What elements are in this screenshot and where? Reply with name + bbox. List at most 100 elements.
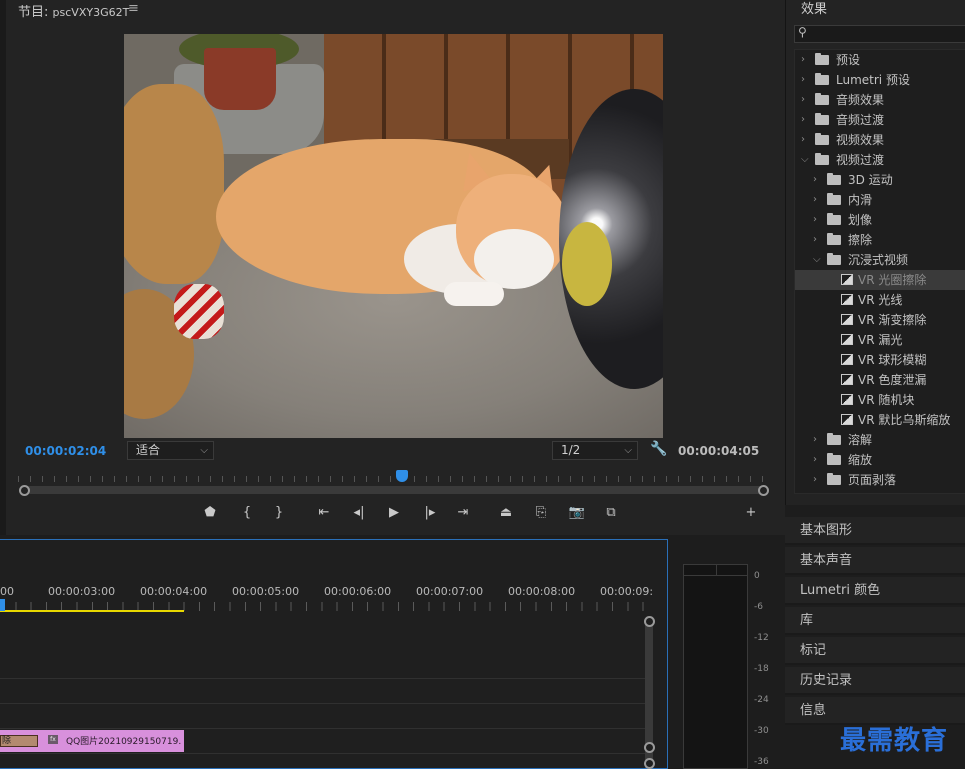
image-cat-paws bbox=[444, 282, 504, 306]
effects-tree-item[interactable]: VR 渐变擦除 bbox=[795, 310, 965, 330]
chevron-right-icon[interactable]: › bbox=[813, 230, 817, 250]
chevron-right-icon[interactable]: › bbox=[801, 70, 805, 90]
effects-tree-item[interactable]: › 页面剥落 bbox=[795, 470, 965, 490]
chevron-right-icon[interactable]: › bbox=[813, 210, 817, 230]
scroll-handle-bottom[interactable] bbox=[644, 742, 655, 753]
scroll-handle-left[interactable] bbox=[19, 485, 30, 496]
chevron-right-icon[interactable]: › bbox=[813, 190, 817, 210]
lift-icon[interactable]: ⏏ bbox=[496, 505, 516, 520]
effects-panel-title[interactable]: 效果 bbox=[801, 0, 827, 17]
track-divider bbox=[0, 753, 645, 754]
effects-tree-item[interactable]: › 视频效果 bbox=[795, 130, 965, 150]
hamburger-icon[interactable]: ≡ bbox=[128, 1, 139, 16]
effects-tree-item[interactable]: › 内滑 bbox=[795, 190, 965, 210]
mark-in-icon[interactable]: { bbox=[237, 505, 257, 520]
effects-tree-item-label: 划像 bbox=[848, 213, 873, 227]
side-panel-tab[interactable]: 基本图形 bbox=[785, 517, 965, 545]
effects-tree-item-label: 3D 运动 bbox=[848, 173, 893, 187]
db-label: -12 bbox=[754, 633, 769, 643]
effects-tree-item-label: VR 光圈擦除 bbox=[858, 273, 927, 287]
effects-tree-item[interactable]: › 预设 bbox=[795, 50, 965, 70]
transition-preset-icon bbox=[841, 274, 853, 285]
effects-tree-item-label: 预设 bbox=[836, 53, 861, 67]
chevron-right-icon[interactable]: › bbox=[801, 90, 805, 110]
step-forward-icon[interactable]: |▸ bbox=[420, 505, 440, 520]
video-clip[interactable]: 除 fx QQ图片20210929150719. bbox=[0, 730, 184, 752]
effects-tree-item-label: VR 漏光 bbox=[858, 333, 903, 347]
work-area-bar[interactable] bbox=[0, 610, 184, 612]
effects-tree-item-label: VR 默比乌斯缩放 bbox=[858, 413, 951, 427]
chevron-right-icon[interactable]: › bbox=[801, 50, 805, 70]
effects-tree-item[interactable]: › 3D 运动 bbox=[795, 170, 965, 190]
add-marker-icon[interactable]: ⬟ bbox=[200, 505, 220, 520]
effects-tree-item[interactable]: VR 光线 bbox=[795, 290, 965, 310]
transition-preset-icon bbox=[841, 354, 853, 365]
wrench-settings-icon[interactable]: 🔧 bbox=[650, 441, 667, 457]
image-yellow-ball bbox=[562, 222, 612, 306]
step-back-icon[interactable]: ◂| bbox=[349, 505, 369, 520]
program-title[interactable]: 节目: pscVXY3G62T bbox=[18, 1, 129, 20]
db-label: -36 bbox=[754, 757, 769, 767]
effects-tree-item[interactable]: › 擦除 bbox=[795, 230, 965, 250]
timeline-playhead[interactable] bbox=[0, 599, 5, 611]
effects-tree-item[interactable]: › 划像 bbox=[795, 210, 965, 230]
chevron-right-icon[interactable]: › bbox=[813, 170, 817, 190]
program-zoom-scrollbar[interactable] bbox=[24, 486, 764, 494]
side-panel-tab[interactable]: 标记 bbox=[785, 637, 965, 665]
folder-icon bbox=[815, 133, 829, 145]
go-to-in-icon[interactable]: ⇤ bbox=[314, 505, 334, 520]
watermark-logo: 最需教育 bbox=[840, 726, 949, 756]
side-panel-tab[interactable]: 库 bbox=[785, 607, 965, 635]
chevron-right-icon[interactable]: › bbox=[813, 470, 817, 490]
chevron-right-icon[interactable]: › bbox=[801, 110, 805, 130]
scroll-handle-top[interactable] bbox=[644, 616, 655, 627]
button-editor-plus-icon[interactable]: + bbox=[741, 505, 761, 520]
effects-tree-item-label: 视频过渡 bbox=[836, 153, 885, 167]
playback-resolution-select[interactable]: 1/2 ⌵ bbox=[552, 441, 638, 460]
effects-tree-item[interactable]: › Lumetri 预设 bbox=[795, 70, 965, 90]
db-label: -6 bbox=[754, 602, 763, 612]
video-frame-cat-image[interactable] bbox=[124, 34, 663, 438]
program-time-ruler[interactable] bbox=[18, 468, 768, 482]
effects-tree-item[interactable]: › 缩放 bbox=[795, 450, 965, 470]
effects-tree-item[interactable]: ⌵ 沉浸式视频 bbox=[795, 250, 965, 270]
side-panel-tab[interactable]: Lumetri 颜色 bbox=[785, 577, 965, 605]
transition-preset-icon bbox=[841, 414, 853, 425]
effects-tree-item-label: 音频过渡 bbox=[836, 113, 885, 127]
go-to-out-icon[interactable]: ⇥ bbox=[453, 505, 473, 520]
play-icon[interactable]: ▶ bbox=[384, 505, 404, 520]
scroll-handle-bottom-2[interactable] bbox=[644, 758, 655, 769]
chevron-right-icon[interactable]: › bbox=[801, 130, 805, 150]
mark-out-icon[interactable]: } bbox=[269, 505, 289, 520]
transition-thumb[interactable]: 除 bbox=[0, 735, 38, 747]
side-panel-tab[interactable]: 历史记录 bbox=[785, 667, 965, 695]
zoom-fit-select[interactable]: 适合 ⌵ bbox=[127, 441, 214, 460]
chevron-right-icon[interactable]: › bbox=[813, 450, 817, 470]
effects-tree-item[interactable]: ⌵ 视频过渡 bbox=[795, 150, 965, 170]
track-divider bbox=[0, 678, 645, 679]
effects-search-input[interactable]: ⚲ bbox=[794, 25, 965, 43]
chevron-right-icon[interactable]: › bbox=[813, 430, 817, 450]
effects-tree-item[interactable]: VR 球形模糊 bbox=[795, 350, 965, 370]
export-frame-camera-icon[interactable]: 📷 bbox=[567, 505, 587, 520]
effects-tree-item[interactable]: › 音频过渡 bbox=[795, 110, 965, 130]
effects-tree-item[interactable]: VR 随机块 bbox=[795, 390, 965, 410]
effects-tree-item[interactable]: VR 光圈擦除 bbox=[795, 270, 965, 290]
effects-tree-item[interactable]: › 溶解 bbox=[795, 430, 965, 450]
program-playhead[interactable] bbox=[396, 470, 408, 482]
chevron-down-icon[interactable]: ⌵ bbox=[801, 150, 809, 170]
extract-icon[interactable]: ⎘ bbox=[531, 505, 551, 520]
effects-tree-item-label: 内滑 bbox=[848, 193, 873, 207]
scroll-handle-right[interactable] bbox=[758, 485, 769, 496]
effects-tree-item[interactable]: VR 默比乌斯缩放 bbox=[795, 410, 965, 430]
side-panel-tab[interactable]: 基本声音 bbox=[785, 547, 965, 575]
compare-view-icon[interactable]: ⧉ bbox=[601, 505, 621, 520]
effects-tree-item[interactable]: VR 色度泄漏 bbox=[795, 370, 965, 390]
image-teddy-bear bbox=[124, 84, 224, 284]
chevron-down-icon[interactable]: ⌵ bbox=[813, 250, 821, 270]
current-timecode[interactable]: 00:00:02:04 bbox=[25, 444, 106, 458]
effects-tree-item-label: Lumetri 预设 bbox=[836, 73, 910, 87]
effects-tree-item[interactable]: › 音频效果 bbox=[795, 90, 965, 110]
effects-tree-item[interactable]: VR 漏光 bbox=[795, 330, 965, 350]
effects-tree: › 预设 › Lumetri 预设 › 音频效果 › 音频过渡 › 视频效果 ⌵ 视频过渡 › 3D 运动… bbox=[794, 49, 965, 494]
